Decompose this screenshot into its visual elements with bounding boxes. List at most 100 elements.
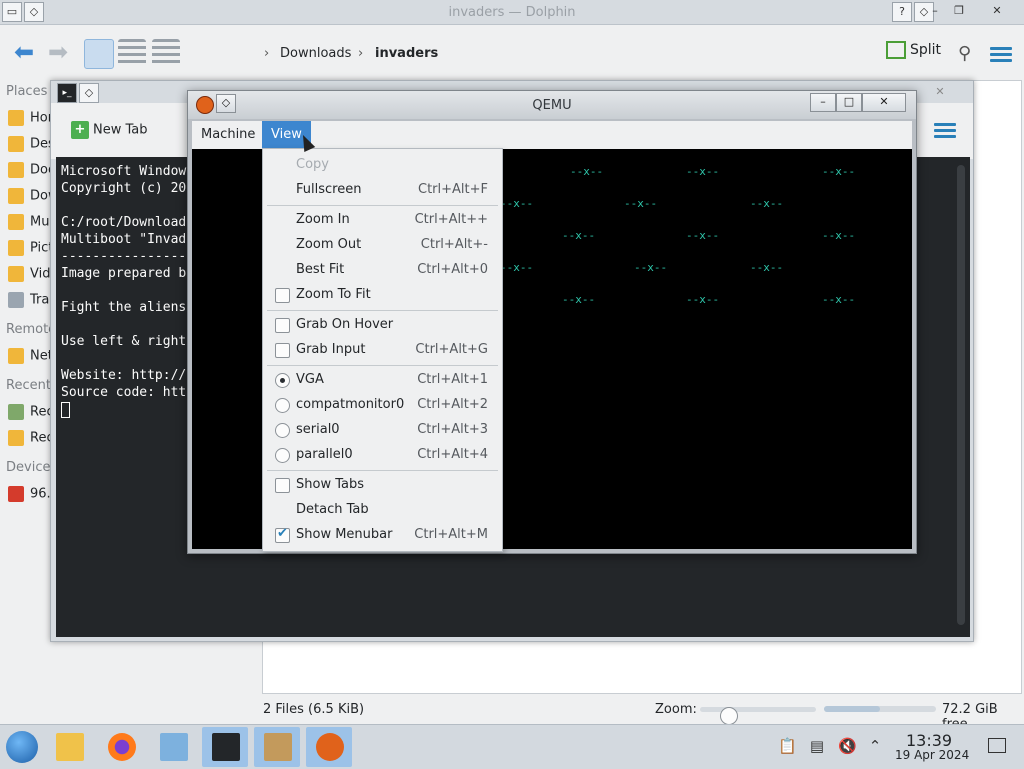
forward-arrow-icon[interactable]: ➡	[44, 39, 72, 67]
recent-header: Recent	[6, 378, 51, 393]
window-menu-icon[interactable]: ◇	[79, 83, 99, 103]
place-recent-locations[interactable]: Rec	[8, 430, 54, 446]
close-button[interactable]: ✕	[988, 2, 1006, 20]
terminal-line: Copyright (c) 20	[61, 181, 187, 196]
new-tab-button[interactable]: + New Tab	[71, 121, 148, 139]
menu-item-label: Show Tabs	[296, 477, 364, 492]
start-menu-icon[interactable]	[6, 731, 38, 763]
menu-item-fullscreen[interactable]: Fullscreen Ctrl+Alt+F	[263, 178, 502, 203]
folder-icon	[8, 110, 24, 126]
split-icon	[886, 41, 906, 59]
minimize-button[interactable]: –	[810, 93, 836, 112]
task-firefox[interactable]	[98, 727, 144, 767]
icons-view-icon[interactable]	[84, 39, 114, 69]
window-title: invaders — Dolphin	[448, 5, 576, 20]
zoom-slider-handle[interactable]	[720, 707, 738, 725]
maximize-button[interactable]: ❐	[950, 2, 968, 20]
menu-item-shortcut: Ctrl+Alt+F	[418, 182, 488, 197]
checkbox[interactable]	[275, 288, 290, 303]
menu-item-serial0[interactable]: serial0 Ctrl+Alt+3	[263, 418, 502, 443]
radio-button[interactable]	[275, 423, 290, 438]
search-icon[interactable]: ⚲	[958, 43, 971, 64]
task-file-manager[interactable]	[46, 727, 92, 767]
chevron-up-icon[interactable]: ⌃	[866, 737, 884, 755]
radio-button[interactable]	[275, 373, 290, 388]
places-header: Places	[6, 84, 48, 99]
place-pictures[interactable]: Pict	[8, 240, 53, 256]
menu-item-show-tabs[interactable]: Show Tabs	[263, 473, 502, 498]
menu-item-label: Grab On Hover	[296, 317, 394, 332]
clipboard-icon[interactable]: 📋	[778, 737, 797, 755]
place-music[interactable]: Mus	[8, 214, 56, 230]
menu-machine[interactable]: Machine	[192, 121, 264, 149]
terminal-line: Source code: htt	[61, 385, 187, 400]
terminal-line: C:/root/Download	[61, 215, 187, 230]
place-home[interactable]: Hon	[8, 110, 56, 126]
menu-item-parallel0[interactable]: parallel0 Ctrl+Alt+4	[263, 443, 502, 468]
radio-button[interactable]	[275, 398, 290, 413]
alien-sprite: --x--	[570, 165, 604, 178]
menu-item-label: parallel0	[296, 447, 353, 462]
plus-icon: +	[71, 121, 89, 139]
chevron-right-icon: ›	[358, 46, 364, 61]
compact-view-icon[interactable]	[118, 39, 146, 67]
menu-item-zoom-out[interactable]: Zoom Out Ctrl+Alt+-	[263, 233, 502, 258]
checkbox[interactable]	[275, 478, 290, 493]
scrollbar[interactable]	[957, 165, 965, 625]
alien-sprite: --x--	[750, 197, 784, 210]
menu-item-detach-tab[interactable]: Detach Tab	[263, 498, 502, 523]
menu-item-label: Show Menubar	[296, 527, 393, 542]
checkbox[interactable]	[275, 318, 290, 333]
close-button[interactable]: ✕	[931, 83, 949, 101]
menu-icon[interactable]	[990, 47, 1012, 63]
help-button[interactable]: ?	[892, 2, 912, 22]
show-desktop-icon[interactable]	[988, 738, 1006, 753]
notes-icon[interactable]: ▤	[808, 737, 826, 755]
place-documents[interactable]: Doc	[8, 162, 55, 178]
menu-item-vga[interactable]: VGA Ctrl+Alt+1	[263, 368, 502, 393]
terminal-line: Fight the aliens	[61, 300, 187, 315]
place-network[interactable]: Net	[8, 348, 53, 364]
minimize-button[interactable]: –	[926, 2, 944, 20]
split-button[interactable]: Split	[886, 41, 941, 67]
menu-item-grab-on-hover[interactable]: Grab On Hover	[263, 313, 502, 338]
breadcrumb-downloads[interactable]: Downloads	[280, 46, 351, 61]
menu-item-zoom-in[interactable]: Zoom In Ctrl+Alt++	[263, 208, 502, 233]
back-arrow-icon[interactable]: ⬅	[10, 39, 38, 67]
menu-item-show-menubar[interactable]: Show Menubar Ctrl+Alt+M	[263, 523, 502, 548]
status-bar: 2 Files (6.5 KiB) Zoom: 72.2 GiB free	[0, 698, 1024, 732]
zoom-slider[interactable]	[700, 707, 816, 725]
menu-item-shortcut: Ctrl+Alt++	[414, 212, 488, 227]
place-recent-files[interactable]: Rec	[8, 404, 54, 420]
alien-sprite: --x--	[686, 293, 720, 306]
details-view-icon[interactable]	[152, 39, 180, 67]
task-qemu[interactable]	[306, 727, 352, 767]
maximize-button[interactable]: □	[836, 93, 862, 112]
volume-muted-icon[interactable]: 🔇	[838, 737, 857, 755]
place-trash[interactable]: Tras	[8, 292, 56, 308]
clock-date[interactable]: 19 Apr 2024	[895, 748, 969, 762]
menu-icon[interactable]	[934, 123, 956, 139]
qemu-icon	[316, 733, 344, 761]
menu-item-zoom-to-fit[interactable]: Zoom To Fit	[263, 283, 502, 308]
close-button[interactable]: ✕	[862, 93, 906, 112]
alien-sprite: --x--	[822, 293, 856, 306]
menu-item-best-fit[interactable]: Best Fit Ctrl+Alt+0	[263, 258, 502, 283]
task-package[interactable]	[254, 727, 300, 767]
folder-icon	[8, 214, 24, 230]
checkbox[interactable]	[275, 343, 290, 358]
menu-item-grab-input[interactable]: Grab Input Ctrl+Alt+G	[263, 338, 502, 363]
radio-button[interactable]	[275, 448, 290, 463]
menu-item-shortcut: Ctrl+Alt+0	[417, 262, 488, 277]
place-desktop[interactable]: Des	[8, 136, 55, 152]
alien-sprite: --x--	[562, 229, 596, 242]
menu-separator	[267, 205, 498, 206]
task-system-settings[interactable]	[150, 727, 196, 767]
task-terminal[interactable]	[202, 727, 248, 767]
terminal-icon[interactable]: ▸_	[57, 83, 77, 103]
window-title: QEMU	[532, 98, 572, 113]
menu-item-compatmonitor0[interactable]: compatmonitor0 Ctrl+Alt+2	[263, 393, 502, 418]
breadcrumb-invaders[interactable]: invaders	[375, 46, 438, 61]
firefox-icon	[108, 733, 136, 761]
checkbox[interactable]	[275, 526, 290, 543]
